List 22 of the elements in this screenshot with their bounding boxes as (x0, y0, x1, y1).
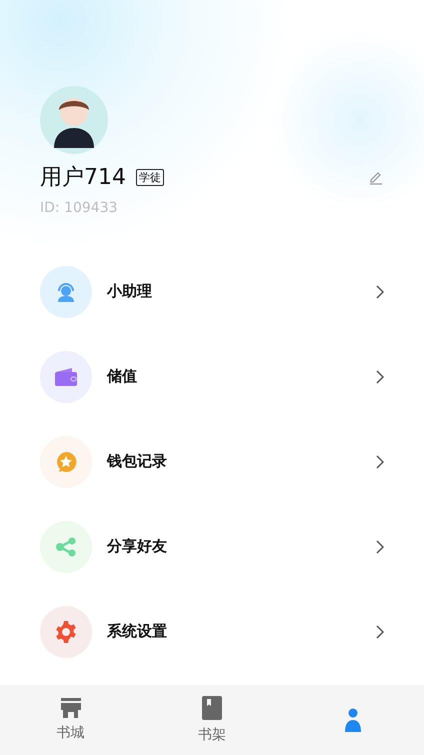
chevron-right-icon (376, 624, 384, 638)
chevron-right-icon (376, 540, 384, 554)
chevron-right-icon (376, 370, 384, 384)
chevron-right-icon (376, 284, 384, 298)
menu-item[interactable]: 系统设置 (0, 589, 424, 674)
tab[interactable]: 书架 (141, 685, 283, 755)
book-icon (202, 696, 222, 720)
user-name: 用户714 (40, 164, 126, 192)
chevron-right-icon (376, 454, 384, 468)
share-icon (55, 536, 77, 558)
settings-icon (54, 620, 78, 644)
headset-person-icon (55, 280, 77, 302)
star-badge-icon (55, 450, 77, 472)
tab[interactable]: 书城 (0, 685, 142, 755)
storefront-icon (60, 698, 82, 718)
menu-item[interactable]: 钱包记录 (0, 419, 424, 504)
wallet-icon (54, 366, 78, 386)
level-badge: 学徒 (136, 168, 164, 186)
menu-item[interactable]: 分享好友 (0, 504, 424, 589)
menu-item[interactable]: 小助理 (0, 249, 424, 334)
user-id: ID: 109433 (40, 200, 119, 216)
menu-item[interactable]: 储值 (0, 334, 424, 419)
